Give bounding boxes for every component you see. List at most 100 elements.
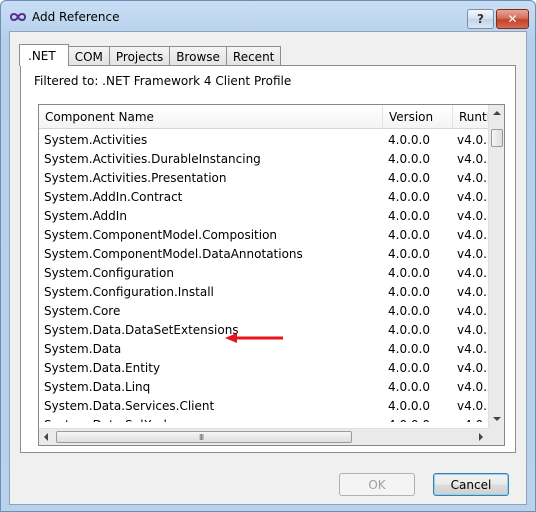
column-header-runtime[interactable]: Runti <box>453 105 488 129</box>
tab-label: Projects <box>115 49 164 64</box>
filter-label: Filtered to: .NET Framework 4 Client Pro… <box>34 74 292 88</box>
version-cell: 4.0.0.0 <box>388 380 430 394</box>
component-name-cell: System.Configuration <box>44 266 174 280</box>
component-name-cell: System.Core <box>44 304 121 318</box>
title-bar[interactable]: Add Reference ? ✕ <box>1 1 535 31</box>
scroll-up-icon[interactable] <box>493 111 501 115</box>
close-button[interactable]: ✕ <box>496 9 529 29</box>
runtime-cell: v4.0.3 <box>457 152 488 166</box>
column-header-component-name[interactable]: Component Name <box>39 105 383 129</box>
runtime-cell: v4.0.3 <box>457 228 488 242</box>
tab-label: Browse <box>176 49 220 64</box>
component-name-cell: System.Data.Linq <box>44 380 151 394</box>
runtime-cell: v4.0.3 <box>457 380 488 394</box>
tab-label: Recent <box>232 49 275 64</box>
runtime-cell: v4.0.3 <box>457 247 488 261</box>
help-button[interactable]: ? <box>467 9 494 29</box>
list-header: Component Name Version Runti <box>39 105 488 129</box>
dialog-client-area: .NET COM Projects Browse Recent Filtered… <box>9 31 527 505</box>
component-name-cell: System.Configuration.Install <box>44 285 214 299</box>
component-name-cell: System.Activities <box>44 133 148 147</box>
runtime-cell: v4.0.3 <box>457 209 488 223</box>
list-item[interactable]: System.Core 4.0.0.0 v4.0.3 <box>39 301 488 320</box>
list-item[interactable]: System.ComponentModel.DataAnnotations 4.0… <box>39 244 488 263</box>
list-item[interactable]: System.AddIn.Contract 4.0.0.0 v4.0.3 <box>39 187 488 206</box>
infinity-icon <box>10 13 26 21</box>
tab-projects[interactable]: Projects <box>108 46 171 66</box>
runtime-cell: v4.0.3 <box>457 190 488 204</box>
list-item[interactable]: System.Configuration 4.0.0.0 v4.0.3 <box>39 263 488 282</box>
cancel-button[interactable]: Cancel <box>433 473 509 496</box>
list-item[interactable]: System.Data.Entity 4.0.0.0 v4.0.3 <box>39 358 488 377</box>
ok-button[interactable]: OK <box>339 473 415 496</box>
component-name-cell: System.AddIn <box>44 209 127 223</box>
scroll-down-icon[interactable] <box>493 417 501 421</box>
runtime-cell: v4.0.3 <box>457 361 488 375</box>
list-item[interactable]: System.ComponentModel.Composition 4.0.0.0… <box>39 225 488 244</box>
scroll-left-icon[interactable] <box>44 433 48 441</box>
version-cell: 4.0.0.0 <box>388 342 430 356</box>
runtime-cell: v4.0.3 <box>457 418 488 422</box>
runtime-cell: v4.0.3 <box>457 304 488 318</box>
horizontal-scrollbar[interactable]: III <box>39 428 488 445</box>
tab-label: .NET <box>28 48 56 63</box>
component-name-cell: System.Data.Entity <box>44 361 161 375</box>
version-cell: 4.0.0.0 <box>388 171 430 185</box>
vertical-scrollbar[interactable] <box>488 105 504 428</box>
component-name-cell: System.ComponentModel.Composition <box>44 228 278 242</box>
version-cell: 4.0.0.0 <box>388 418 452 422</box>
window-title: Add Reference <box>32 10 120 24</box>
help-icon: ? <box>477 12 484 26</box>
tab-browse[interactable]: Browse <box>169 46 227 66</box>
horizontal-scroll-thumb[interactable]: III <box>56 431 352 443</box>
version-cell: 4.0.0.0 <box>388 209 430 223</box>
tab-label: COM <box>74 49 103 64</box>
runtime-cell: v4.0.3 <box>457 399 488 413</box>
vertical-scroll-thumb[interactable] <box>491 129 503 147</box>
version-cell: 4.0.0.0 <box>388 228 430 242</box>
list-item[interactable]: System.AddIn 4.0.0.0 v4.0.3 <box>39 206 488 225</box>
component-name-cell: System.Data.DataSetExtensions <box>44 323 239 337</box>
list-item[interactable]: System.Data.SqlXml 4.0.0.0 v4.0.3 <box>39 415 488 422</box>
tab-com[interactable]: COM <box>67 46 110 66</box>
version-cell: 4.0.0.0 <box>388 247 430 261</box>
list-item[interactable]: System.Configuration.Install 4.0.0.0 v4.0.… <box>39 282 488 301</box>
runtime-cell: v4.0.3 <box>457 342 488 356</box>
component-name-cell: System.Activities.Presentation <box>44 171 227 185</box>
version-cell: 4.0.0.0 <box>388 266 430 280</box>
version-cell: 4.0.0.0 <box>388 361 430 375</box>
tab-recent[interactable]: Recent <box>225 46 282 66</box>
add-reference-dialog: Add Reference ? ✕ .NET COM Projects Brow… <box>0 0 536 512</box>
list-item[interactable]: System.Activities 4.0.0.0 v4.0.3 <box>39 130 488 149</box>
component-list[interactable]: Component Name Version Runti System.Acti… <box>38 104 505 446</box>
column-header-version[interactable]: Version <box>383 105 453 129</box>
list-item[interactable]: System.Data.Linq 4.0.0.0 v4.0.3 <box>39 377 488 396</box>
runtime-cell: v4.0.3 <box>457 323 488 337</box>
version-cell: 4.0.0.0 <box>388 152 430 166</box>
list-item[interactable]: System.Data.Services.Client 4.0.0.0 v4.0.3 <box>39 396 488 415</box>
version-cell: 4.0.0.0 <box>388 133 430 147</box>
runtime-cell: v4.0.3 <box>457 133 488 147</box>
grip-icon: III <box>199 433 204 442</box>
scrollbar-corner <box>488 428 504 445</box>
list-item[interactable]: System.Activities.Presentation 4.0.0.0 v4.… <box>39 168 488 187</box>
tab-dotnet[interactable]: .NET <box>19 44 69 66</box>
version-cell: 4.0.0.0 <box>388 323 430 337</box>
component-name-cell: System.AddIn.Contract <box>44 190 183 204</box>
component-name-cell: System.Data.Services.Client <box>44 399 215 413</box>
runtime-cell: v4.0.3 <box>457 266 488 280</box>
list-item[interactable]: System.Activities.DurableInstancing 4.0.0… <box>39 149 488 168</box>
version-cell: 4.0.0.0 <box>388 399 430 413</box>
version-cell: 4.0.0.0 <box>388 285 430 299</box>
scroll-right-icon[interactable] <box>479 433 483 441</box>
runtime-cell: v4.0.3 <box>457 285 488 299</box>
component-name-cell: System.Data.SqlXml <box>44 418 380 422</box>
component-name-cell: System.ComponentModel.DataAnnotations <box>44 247 303 261</box>
component-name-cell: System.Data <box>44 342 122 356</box>
list-rows: System.Activities4.0.0.0v4.0.3System.Act… <box>39 130 488 422</box>
version-cell: 4.0.0.0 <box>388 190 430 204</box>
tab-panel-dotnet: Filtered to: .NET Framework 4 Client Pro… <box>20 65 516 453</box>
tab-strip: .NET COM Projects Browse Recent <box>19 44 282 66</box>
version-cell: 4.0.0.0 <box>388 304 430 318</box>
component-name-cell: System.Activities.DurableInstancing <box>44 152 261 166</box>
